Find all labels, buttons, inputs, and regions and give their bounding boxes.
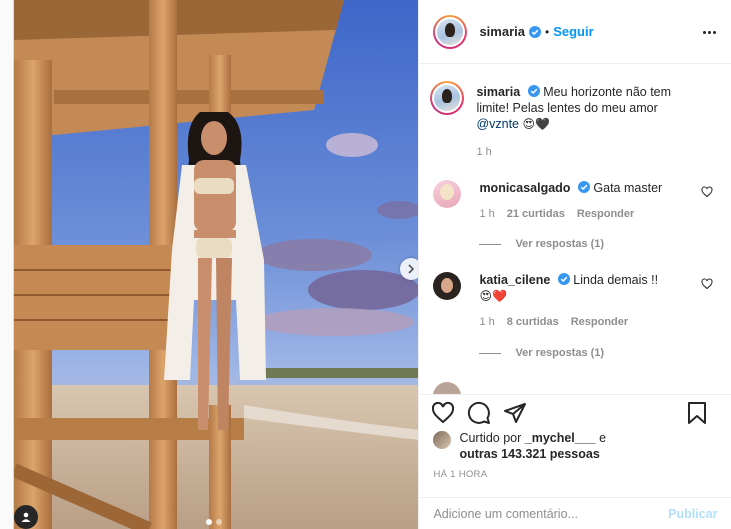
caption-emojis: 😍🖤 (522, 117, 550, 131)
comment-username[interactable]: monicasalgado (479, 181, 570, 195)
tagged-users-button[interactable] (14, 505, 38, 529)
caption-username[interactable]: simaria (476, 85, 520, 99)
carousel-indicator (206, 519, 222, 525)
likes-prefix: Curtido por (459, 431, 525, 445)
commenter-avatar[interactable] (433, 272, 462, 300)
comment-likes[interactable]: 8 curtidas (507, 314, 559, 330)
next-slide-button[interactable] (400, 258, 419, 280)
view-replies-label: Ver respostas (1) (515, 238, 605, 250)
caption-mention-link[interactable]: @vznte (476, 117, 519, 131)
comment-item: katia_cilene Linda demais !! 😍❤️ 1 h 8 c… (433, 272, 721, 330)
post-photo (14, 0, 419, 529)
comment-text-line: monicasalgado Gata master (479, 180, 701, 196)
commenter-avatar-face (441, 278, 454, 293)
comment-body: katia_cilene Linda demais !! 😍❤️ 1 h 8 c… (479, 272, 701, 330)
caption-meta: 1 h (476, 144, 698, 160)
carousel-dot-active (206, 519, 212, 525)
liker-avatar[interactable] (433, 431, 452, 449)
verified-badge-icon (527, 85, 540, 97)
comment-meta: 1 h 8 curtidas Responder (479, 314, 701, 330)
chevron-right-icon (408, 264, 415, 274)
header-separator: • (544, 24, 550, 39)
author-username[interactable]: simaria (479, 24, 525, 39)
post-media[interactable] (14, 0, 419, 529)
author-avatar[interactable] (433, 14, 468, 49)
caption-text-line: simaria Meu horizonte não tem limite! Pe… (476, 84, 698, 132)
save-button[interactable] (685, 401, 709, 425)
post-timestamp[interactable]: HÁ 1 HORA (433, 469, 487, 480)
comment-emojis: 😍❤️ (479, 289, 507, 303)
reply-button[interactable]: Responder (571, 314, 628, 330)
heart-icon (432, 401, 455, 423)
view-replies-button[interactable]: Ver respostas (1) (479, 347, 604, 359)
post-side-panel: simaria • Seguir simaria Meu horizonte n… (418, 0, 731, 529)
caption-author-avatar-photo (434, 85, 461, 111)
view-replies-line (479, 352, 502, 354)
view-replies-label: Ver respostas (1) (515, 347, 605, 359)
like-button[interactable] (431, 401, 455, 425)
likes-others-link[interactable]: outras 143.321 pessoas (459, 447, 599, 461)
instagram-post: simaria • Seguir simaria Meu horizonte n… (13, 0, 731, 529)
comment-meta: 1 h 21 curtidas Responder (479, 206, 701, 222)
comment-input[interactable] (433, 506, 644, 521)
more-options-icon[interactable] (701, 24, 717, 40)
author-avatar-photo (437, 18, 464, 45)
caption-body: simaria Meu horizonte não tem limite! Pe… (476, 84, 698, 160)
comment-button[interactable] (467, 401, 491, 425)
comment-likes[interactable]: 21 curtidas (507, 206, 565, 222)
caption-author-avatar[interactable] (430, 81, 465, 115)
caption-time[interactable]: 1 h (476, 144, 491, 160)
comment-text-line: katia_cilene Linda demais !! 😍❤️ (479, 272, 701, 304)
likes-summary: Curtido por _mychel___ e outras 143.321 … (433, 430, 723, 462)
add-comment-form: Publicar (419, 497, 731, 529)
verified-badge-icon (528, 25, 541, 38)
share-button[interactable] (503, 401, 527, 425)
reply-button[interactable]: Responder (577, 206, 634, 222)
post-caption: simaria Meu horizonte não tem limite! Pe… (430, 81, 721, 160)
comment-text: Gata master (593, 181, 663, 195)
comment-time[interactable]: 1 h (479, 314, 494, 330)
comment-item: monicasalgado Gata master 1 h 21 curtida… (433, 180, 721, 222)
liker-username[interactable]: _mychel___ (525, 431, 596, 445)
likes-summary-text: Curtido por _mychel___ e outras 143.321 … (459, 430, 606, 462)
publish-button[interactable]: Publicar (668, 507, 717, 521)
comment-username[interactable]: katia_cilene (479, 273, 550, 287)
commenter-avatar[interactable] (433, 180, 462, 208)
bookmark-icon (688, 402, 707, 424)
post-header: simaria • Seguir (419, 0, 731, 64)
verified-badge-icon (557, 273, 570, 285)
comment-text: Linda demais !! (573, 273, 659, 287)
view-replies-button[interactable]: Ver respostas (1) (479, 238, 604, 250)
follow-button[interactable]: Seguir (553, 24, 593, 39)
comment-like-heart-icon[interactable] (701, 278, 713, 290)
commenter-avatar[interactable] (433, 382, 462, 394)
comment-body: monicasalgado Gata master 1 h 21 curtida… (479, 180, 701, 222)
user-tag-icon (21, 512, 31, 522)
comment-bubble-icon (468, 401, 491, 424)
comments-list[interactable]: simaria Meu horizonte não tem limite! Pe… (419, 64, 731, 394)
comment-like-heart-icon[interactable] (701, 186, 713, 198)
paper-plane-icon (504, 402, 527, 423)
commenter-avatar-face (440, 184, 455, 200)
comment-time[interactable]: 1 h (479, 206, 494, 222)
post-actions-bar (419, 394, 731, 430)
carousel-dot (216, 519, 222, 525)
view-replies-line (479, 243, 502, 245)
likes-middle: e (595, 431, 607, 445)
verified-badge-icon (577, 181, 590, 193)
comment-item-partial (433, 382, 721, 394)
